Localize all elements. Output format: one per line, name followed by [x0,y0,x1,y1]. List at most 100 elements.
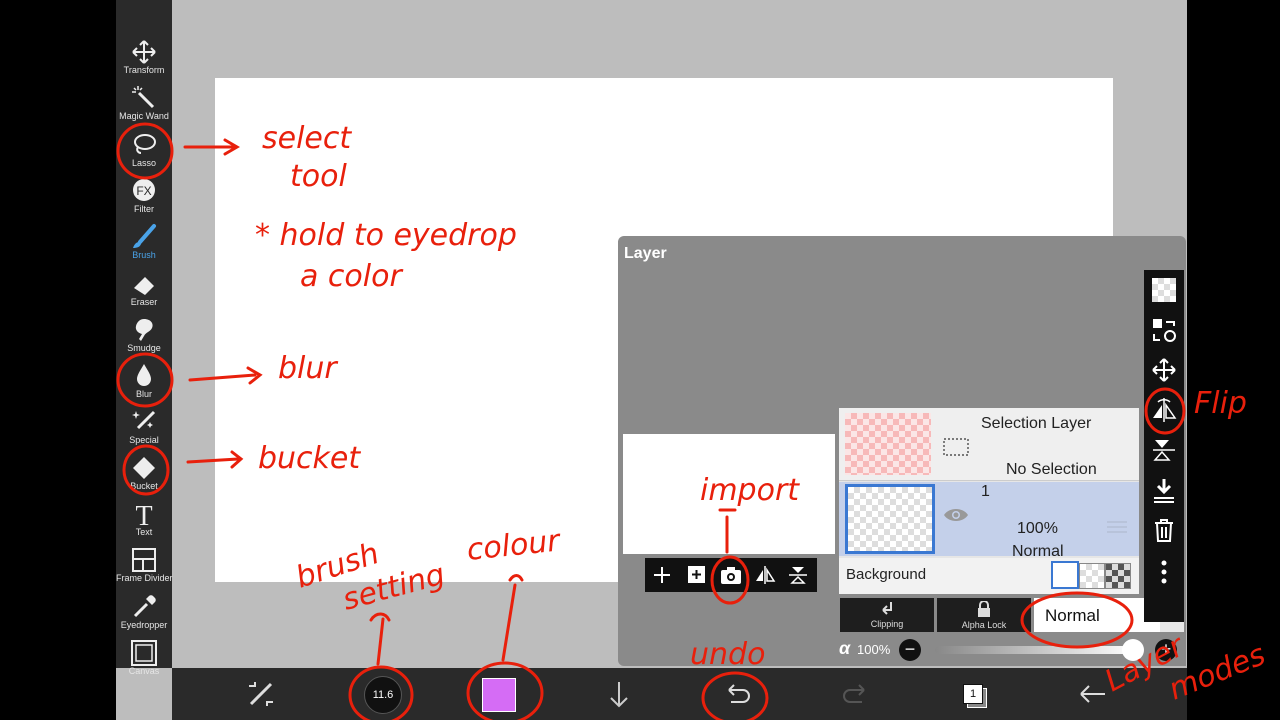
layer-opacity: 100% [1017,520,1058,537]
layer-panel-title: Layer [624,245,667,262]
annotation-text: Flip [1194,386,1247,421]
opacity-slider-track[interactable] [935,646,1135,654]
camera-icon[interactable] [719,563,743,587]
tool-sidebar: Transform Magic Wand Lasso FX Filter Bru… [116,0,173,676]
selection-layer-name: Selection Layer [981,415,1092,432]
tool-label: Blur [135,389,152,399]
tool-canvas[interactable]: Canvas [116,639,172,683]
add-layer-icon[interactable] [650,563,674,587]
frame-divider-icon [132,548,156,572]
add-layer-copy-icon[interactable] [685,563,709,587]
tool-label: Smudge [127,343,161,353]
opacity-row: α 100% − + [839,638,1184,662]
layer-preview [623,434,835,554]
selection-layer-row[interactable]: Selection Layer No Selection [839,408,1139,481]
layer-preview-toolbar [645,558,817,592]
clipping-label: Clipping [870,619,904,629]
background-label: Background [846,566,927,583]
alpha-lock-icon [978,601,990,617]
tool-eyedropper[interactable]: Eyedropper [116,593,172,637]
color-swatch-button[interactable] [482,678,516,712]
tool-label: Special [129,435,159,445]
alpha-lock-label: Alpha Lock [961,620,1007,630]
redo-icon[interactable] [838,676,874,712]
tool-bucket[interactable]: Bucket [116,454,172,498]
opacity-value: 100% [857,642,891,657]
tool-special[interactable]: Special [116,408,172,452]
magic-wand-icon [132,86,155,109]
flip-vertical-icon[interactable] [786,563,810,587]
tool-lasso[interactable]: Lasso [116,131,172,175]
move-icon [132,40,156,64]
undo-icon[interactable] [719,676,755,712]
alpha-lock-button[interactable]: Alpha Lock [937,598,1031,632]
tool-text[interactable]: T Text [116,500,172,544]
lasso-icon [134,134,156,154]
background-dark-swatch[interactable] [1105,563,1131,589]
layer-number: 1 [981,483,990,500]
layer-actions-strip [1144,270,1184,622]
selection-marquee-icon [943,438,969,456]
merge-down-icon[interactable] [1150,476,1178,504]
tool-frame-divider[interactable]: Frame Divider [116,546,173,590]
selection-layer-thumbnail [845,413,931,475]
tool-label: Magic Wand [119,111,169,121]
tool-label: Text [135,527,153,537]
canvas-icon [131,640,157,666]
sparkle-icon [132,410,156,430]
blend-mode-select[interactable]: Normal [1034,598,1160,632]
tool-label: Eraser [130,297,158,307]
tool-label: Brush [132,250,156,260]
shape-swap-icon[interactable] [1150,316,1178,344]
brush-size-button[interactable]: 11.6 [364,676,402,714]
brush-size-value: 11.6 [372,689,394,701]
flip-layer-icon[interactable] [1150,396,1178,424]
tool-blur[interactable]: Blur [116,362,172,406]
bucket-icon [133,457,155,479]
background-white-swatch[interactable] [1051,561,1079,589]
opacity-increase-button[interactable]: + [1155,639,1177,661]
layer-row-1[interactable]: 1 100% Normal [839,482,1139,560]
eraser-icon [134,277,154,295]
tool-smudge[interactable]: Smudge [116,316,172,360]
flip-vertical-layer-icon[interactable] [1150,436,1178,464]
layer-1-thumbnail [845,484,935,554]
alpha-symbol: α [839,638,851,658]
tool-eraser[interactable]: Eraser [116,270,172,314]
app-window: Transform Magic Wand Lasso FX Filter Bru… [116,0,1187,720]
move-layer-icon[interactable] [1150,356,1178,384]
background-row: Background [839,558,1139,594]
tool-transform[interactable]: Transform [116,38,172,82]
fx-icon: FX [133,179,155,201]
layer-list: Selection Layer No Selection 1 100% Norm… [839,408,1139,594]
tool-label: Lasso [131,158,157,168]
brush-icon [133,224,156,248]
transparent-fill-icon[interactable] [1152,278,1176,302]
clipping-button[interactable]: Clipping [840,598,934,632]
droplet-icon [137,364,151,386]
opacity-slider-thumb[interactable] [1122,639,1144,661]
drag-handle-icon[interactable] [1107,520,1127,534]
tool-label: Eyedropper [120,620,168,630]
eyedropper-icon [133,595,156,618]
smudge-icon [135,319,153,341]
tool-label: Filter [134,204,154,214]
svg-text:FX: FX [136,184,151,198]
trash-icon[interactable] [1150,516,1178,544]
background-transparent-swatch[interactable] [1079,563,1105,589]
back-arrow-icon[interactable] [1075,676,1111,712]
tool-label: Canvas [128,666,160,676]
layer-count: 1 [963,684,983,704]
tool-brush[interactable]: Brush [116,223,172,267]
tool-label: Frame Divider [116,573,173,583]
arrow-down-icon[interactable] [601,676,637,712]
opacity-decrease-button[interactable]: − [899,639,921,661]
flip-horizontal-icon[interactable] [753,563,777,587]
tool-magic-wand[interactable]: Magic Wand [116,84,172,128]
brush-transform-icon[interactable] [243,676,279,712]
more-options-icon[interactable] [1150,558,1178,586]
tool-filter[interactable]: FX Filter [116,177,172,221]
eye-icon[interactable] [943,506,969,524]
layers-button[interactable]: 1 [957,676,993,712]
tool-label: Bucket [130,481,158,491]
